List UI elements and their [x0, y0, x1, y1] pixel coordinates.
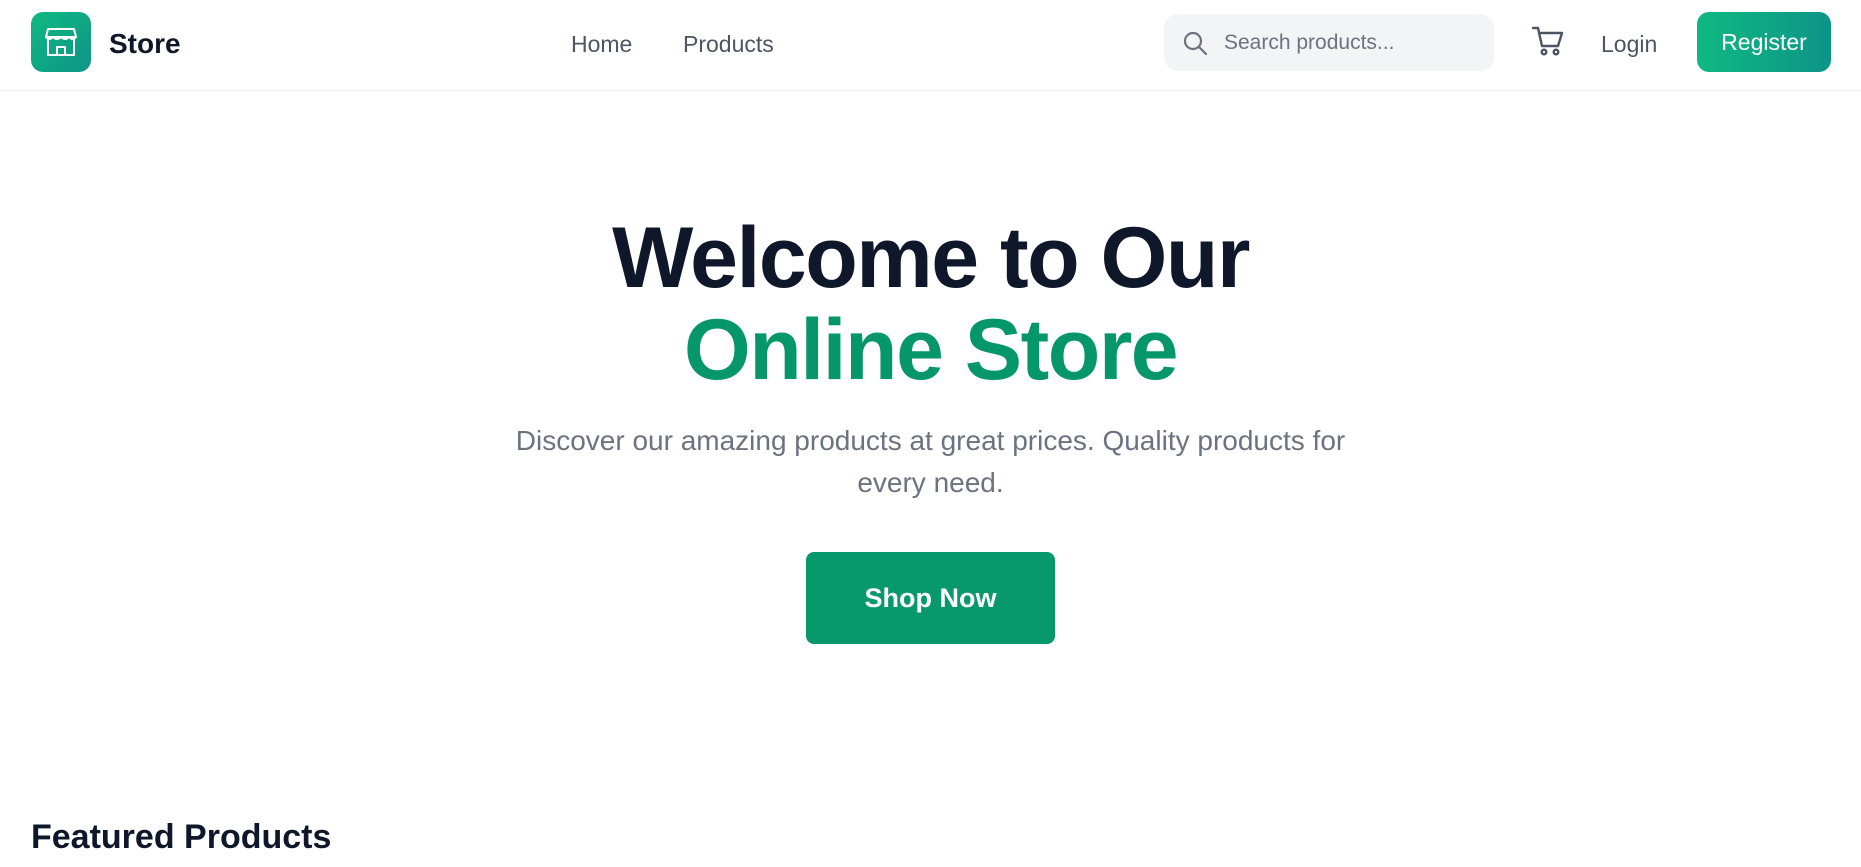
search-icon	[1183, 31, 1208, 56]
nav-products-link[interactable]: Products	[683, 24, 774, 64]
featured-products-heading: Featured Products	[31, 818, 332, 856]
hero-title-line2: Online Store	[683, 302, 1179, 398]
hero-subtitle: Discover our amazing products at great p…	[515, 425, 1346, 498]
cart-icon	[1531, 26, 1564, 56]
cart-button[interactable]	[1530, 22, 1566, 62]
shop-now-button[interactable]: Shop Now	[806, 552, 1055, 644]
search-input[interactable]	[1224, 14, 1479, 71]
register-button[interactable]: Register	[1697, 12, 1831, 72]
store-logo[interactable]	[31, 12, 91, 72]
hero-title: Welcome to Our Online Store	[0, 212, 1861, 396]
brand-name[interactable]: Store	[109, 24, 181, 64]
site-header: Store Home Products Login Register	[0, 0, 1861, 91]
hero-title-line1: Welcome to Our	[612, 210, 1250, 306]
nav-home-link[interactable]: Home	[571, 24, 632, 64]
storefront-icon	[45, 28, 77, 56]
search-box	[1164, 14, 1494, 71]
login-link[interactable]: Login	[1601, 24, 1657, 64]
